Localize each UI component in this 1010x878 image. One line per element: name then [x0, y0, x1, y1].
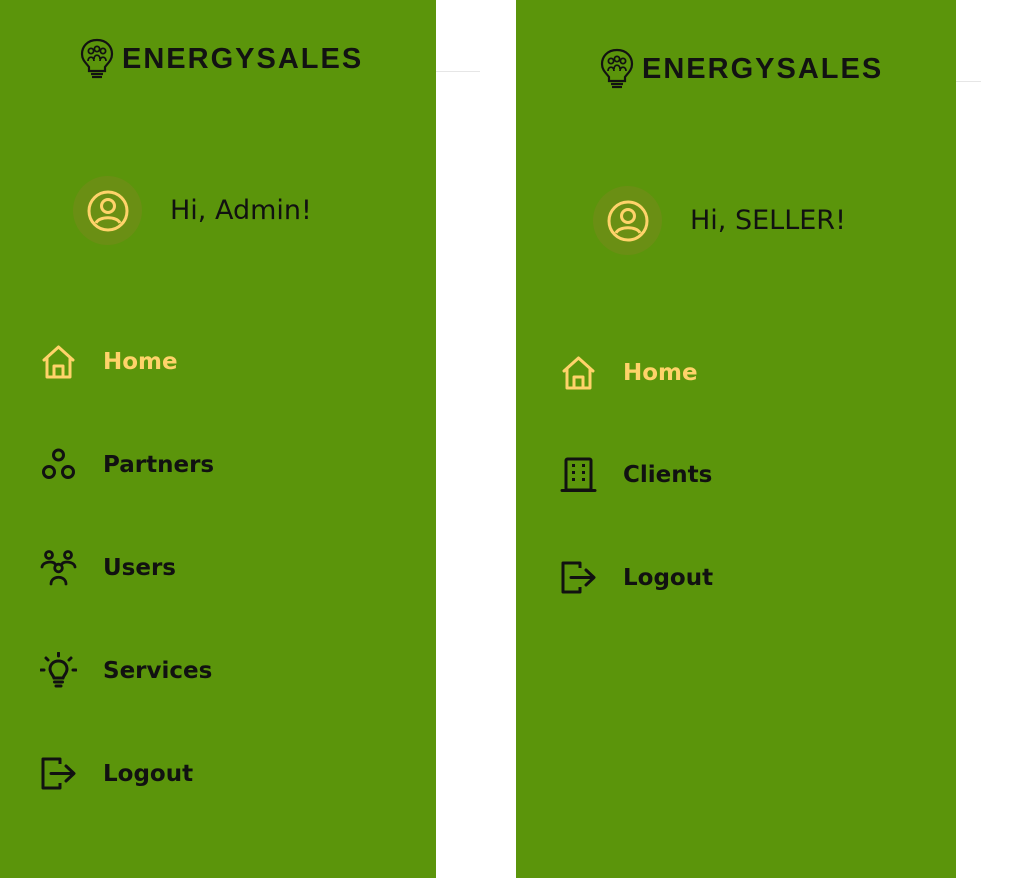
- nav-label-home: Home: [623, 359, 698, 386]
- nav-label-home: Home: [103, 348, 178, 375]
- nav-label-services: Services: [103, 657, 213, 684]
- lightbulb-icon: [40, 652, 77, 688]
- partners-icon: [42, 448, 75, 479]
- greeting-text: Hi, SELLER!: [690, 205, 846, 236]
- logo-text: ENERGYSALES: [122, 42, 364, 75]
- lightbulb-people-icon: [600, 48, 634, 89]
- logo-text: ENERGYSALES: [642, 52, 884, 85]
- nav-item-clients[interactable]: Clients: [560, 456, 712, 493]
- logout-icon: [561, 561, 596, 594]
- header-divider: [956, 81, 981, 82]
- user-greeting: Hi, Admin!: [73, 176, 312, 245]
- building-icon: [560, 457, 597, 492]
- seller-sidebar: ENERGYSALES Hi, SELLER! Home Clients Log…: [516, 0, 956, 878]
- nav-item-logout[interactable]: Logout: [560, 559, 713, 596]
- avatar[interactable]: [73, 176, 142, 245]
- nav-item-users[interactable]: Users: [40, 549, 176, 586]
- user-circle-icon: [607, 200, 648, 241]
- avatar[interactable]: [593, 186, 662, 255]
- nav-item-services[interactable]: Services: [40, 652, 212, 689]
- nav-label-clients: Clients: [623, 461, 713, 488]
- home-icon: [562, 356, 595, 390]
- logo[interactable]: ENERGYSALES: [80, 38, 363, 80]
- nav-label-partners: Partners: [103, 451, 215, 478]
- header-divider: [436, 71, 480, 72]
- logout-icon: [41, 757, 76, 790]
- home-icon: [42, 345, 75, 379]
- admin-sidebar: ENERGYSALES Hi, Admin! Home Partners Use…: [0, 0, 436, 878]
- nav-label-logout: Logout: [103, 760, 194, 787]
- greeting-text: Hi, Admin!: [170, 195, 312, 226]
- users-icon: [40, 550, 77, 586]
- user-circle-icon: [87, 190, 128, 231]
- nav-label-users: Users: [103, 554, 176, 581]
- user-greeting: Hi, SELLER!: [593, 186, 846, 255]
- nav-label-logout: Logout: [623, 564, 714, 591]
- lightbulb-people-icon: [80, 38, 114, 79]
- nav-item-home[interactable]: Home: [40, 343, 178, 380]
- logo[interactable]: ENERGYSALES: [600, 48, 883, 90]
- nav-item-partners[interactable]: Partners: [40, 446, 214, 483]
- nav-item-logout[interactable]: Logout: [40, 755, 193, 792]
- nav-item-home[interactable]: Home: [560, 354, 698, 391]
